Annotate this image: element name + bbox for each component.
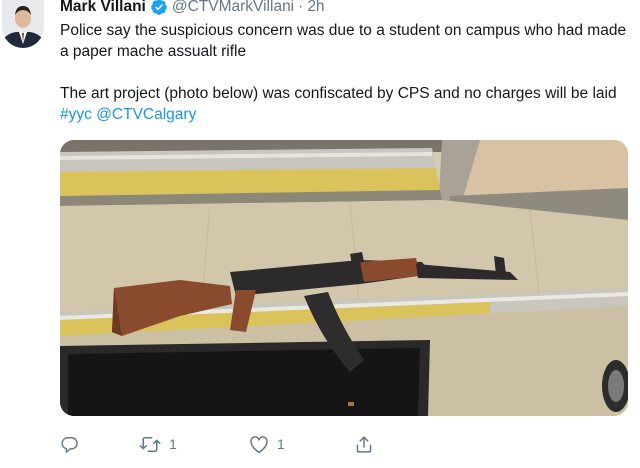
retweet-icon [139,436,161,452]
paper-mache-rifle-photo-icon [60,140,628,416]
author-avatar[interactable] [2,0,44,48]
mention-link[interactable]: @CTVCalgary [96,106,196,123]
author-name[interactable]: Mark Villani [60,0,146,16]
like-button[interactable]: 1 [249,435,355,454]
verified-badge-icon [150,0,168,16]
tweet-timestamp[interactable]: 2h [307,0,324,16]
like-count: 1 [277,436,285,452]
reply-icon [61,436,78,453]
tweet-header: Mark Villani @CTVMarkVillani · 2h [60,0,325,18]
tweet-text-paragraph-2: The art project (photo below) was confis… [60,83,630,125]
retweet-count: 1 [169,436,177,452]
reply-button[interactable] [60,435,139,454]
tweet-text: Police say the suspicious concern was du… [60,20,630,125]
share-button[interactable] [355,435,373,454]
avatar-image [2,0,44,48]
retweet-button[interactable]: 1 [139,435,249,454]
hashtag-link[interactable]: #yyc [60,106,92,123]
share-icon [356,435,372,453]
tweet-text-paragraph-2-body: The art project (photo below) was confis… [60,85,617,102]
tweet-photo[interactable] [60,140,628,416]
heart-icon [250,435,268,453]
tweet-actions: 1 1 [60,430,420,458]
author-handle[interactable]: @CTVMarkVillani [172,0,294,16]
header-separator: · [298,0,304,15]
tweet-text-paragraph-1: Police say the suspicious concern was du… [60,22,627,60]
